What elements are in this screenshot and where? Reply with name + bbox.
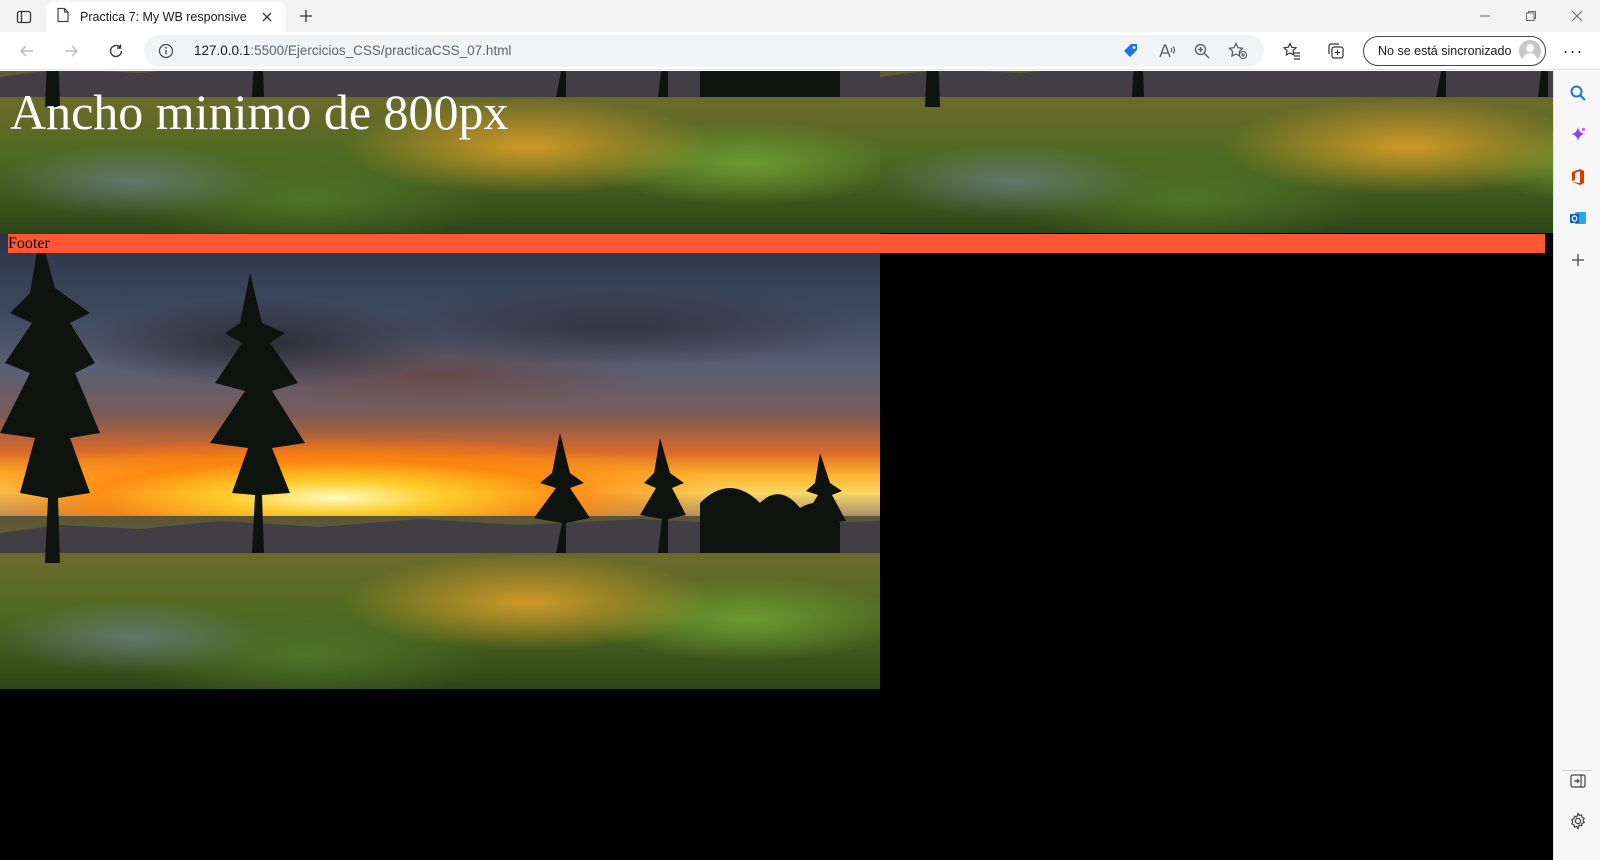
favorites-icon[interactable] <box>1278 37 1306 65</box>
tag-icon[interactable] <box>1120 41 1142 61</box>
info-icon[interactable] <box>158 43 174 59</box>
back-arrow-icon[interactable] <box>12 36 42 66</box>
window-close-icon[interactable] <box>1554 0 1600 32</box>
office-icon[interactable] <box>1565 164 1591 190</box>
tab-title: Practica 7: My WB responsive <box>80 10 247 24</box>
plus-icon[interactable] <box>1565 247 1591 273</box>
star-plus-icon[interactable] <box>1227 41 1249 61</box>
refresh-icon[interactable] <box>101 36 131 66</box>
zoom-in-icon[interactable] <box>1191 41 1213 61</box>
copilot-icon[interactable] <box>1565 122 1591 148</box>
sync-status-button[interactable]: No se está sincronizado <box>1363 36 1546 66</box>
restore-icon[interactable] <box>1508 0 1554 32</box>
close-icon[interactable] <box>258 8 276 26</box>
forward-arrow-icon[interactable] <box>56 36 86 66</box>
more-icon[interactable]: ··· <box>1558 37 1588 65</box>
read-aloud-icon[interactable] <box>1156 41 1178 61</box>
url-text: 127.0.0.1:5500/Ejercicios_CSS/practicaCS… <box>194 43 511 58</box>
page-heading: Ancho minimo de 800px <box>10 84 509 140</box>
avatar <box>1519 40 1541 62</box>
title-bar: Practica 7: My WB responsive <box>0 0 1600 32</box>
page-viewport: Ancho minimo de 800px Footer <box>0 71 1553 860</box>
browser-tab[interactable]: Practica 7: My WB responsive <box>46 2 286 32</box>
tab-actions-icon[interactable] <box>10 6 38 28</box>
address-bar[interactable]: 127.0.0.1:5500/Ejercicios_CSS/practicaCS… <box>144 35 1264 67</box>
settings-icon[interactable] <box>1565 808 1591 834</box>
minimize-icon[interactable] <box>1462 0 1508 32</box>
collections-icon[interactable] <box>1322 37 1350 65</box>
background-landscape-tile <box>880 71 1553 233</box>
background-landscape-tile <box>0 233 880 689</box>
edge-sidebar <box>1553 71 1600 860</box>
background-image-grid <box>0 71 1553 860</box>
navigation-toolbar: 127.0.0.1:5500/Ejercicios_CSS/practicaCS… <box>0 32 1600 70</box>
outlook-icon[interactable] <box>1565 205 1591 231</box>
sync-status-label: No se está sincronizado <box>1378 44 1512 58</box>
search-icon[interactable] <box>1565 80 1591 106</box>
hide-sidebar-icon[interactable] <box>1565 768 1591 794</box>
page-footer: Footer <box>8 234 1545 253</box>
url-host: 127.0.0.1 <box>194 43 251 58</box>
page-icon <box>56 7 70 28</box>
plus-icon[interactable] <box>294 4 318 28</box>
url-path: :5500/Ejercicios_CSS/practicaCSS_07.html <box>250 43 512 58</box>
